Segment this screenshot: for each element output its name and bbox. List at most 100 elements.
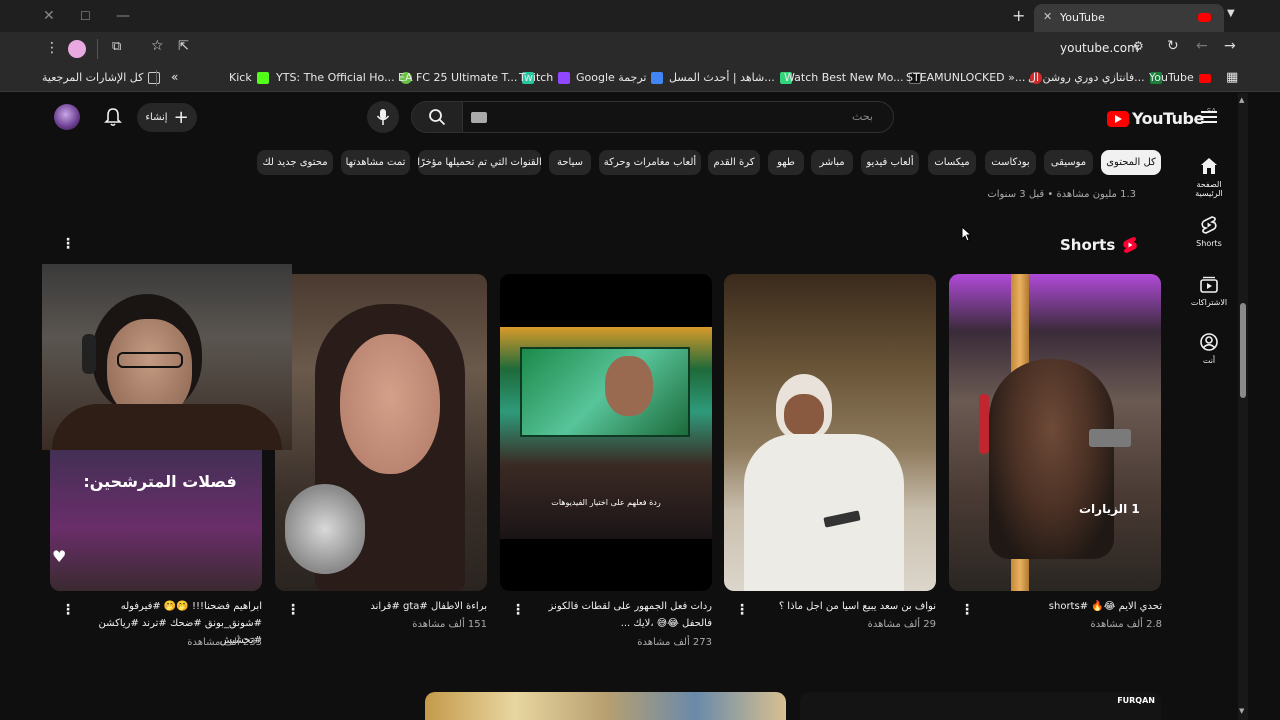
bookmark-movies[interactable]: Watch Best New Mo... <box>784 71 921 84</box>
chip-watched[interactable]: تمت مشاهدتها <box>341 150 410 175</box>
chip-new-to-you[interactable]: محتوى جديد لك <box>257 150 333 175</box>
youtube-page: إنشاء + بحث YouTube SA كل المحتوى موسيقى… <box>0 93 1248 720</box>
short-more-kebab-icon[interactable]: ⋮ <box>286 602 300 618</box>
sidebar-item-home[interactable]: الصفحة الرئيسية <box>1184 156 1234 198</box>
short-title[interactable]: تحدي الايم 😂🔥 #shorts <box>980 598 1162 615</box>
close-icon[interactable]: ✕ <box>43 8 55 24</box>
sidebar-item-shorts[interactable]: Shorts <box>1184 215 1234 248</box>
shelf-more-kebab-icon[interactable]: ⋮ <box>61 236 75 252</box>
bookmarks-bar: كل الإشارات المرجعية « Kick YTS: The Off… <box>0 66 1280 92</box>
bookmark-shahid[interactable]: شاهد | أحدث المسل... <box>669 71 792 84</box>
plus-icon: + <box>173 106 189 128</box>
bookmark-star-icon[interactable]: ☆ <box>151 38 164 54</box>
chip-cooking[interactable]: طهو <box>768 150 804 175</box>
chip-action-adventure[interactable]: ألعاب مغامرات وحركة <box>599 150 701 175</box>
url-text[interactable]: youtube.com <box>1060 41 1139 55</box>
profile-avatar-icon[interactable] <box>68 40 86 58</box>
share-icon[interactable]: ⇱ <box>178 39 189 54</box>
chip-video-games[interactable]: ألعاب فيديو <box>861 150 919 175</box>
sidebar-item-you[interactable]: أنت <box>1184 332 1234 365</box>
microphone-icon <box>285 484 365 574</box>
chip-travel[interactable]: سياحة <box>549 150 591 175</box>
divider <box>97 39 98 59</box>
chip-mixes[interactable]: ميكسات <box>928 150 976 175</box>
sidebar-item-subscriptions[interactable]: الاشتراكات <box>1184 274 1234 307</box>
thumbnail-face <box>340 334 440 474</box>
short-title[interactable]: ردات فعل الجمهور على لقطات فالكونز فالحف… <box>530 598 712 632</box>
thumbnail-face <box>784 394 824 436</box>
voice-search-button[interactable] <box>367 101 399 133</box>
youtube-logo-text: YouTube <box>1132 109 1204 128</box>
bookmark-youtube[interactable]: YouTube <box>1149 71 1211 84</box>
short-card[interactable] <box>724 274 936 591</box>
bookmark-label: Watch Best New Mo... <box>784 71 904 84</box>
avatar[interactable] <box>54 104 80 130</box>
page-scrollbar[interactable]: ▲ ▼ <box>1238 93 1248 720</box>
chip-all[interactable]: كل المحتوى <box>1101 150 1161 175</box>
tab-youtube[interactable]: ✕ YouTube <box>1034 4 1224 32</box>
create-button[interactable]: إنشاء + <box>137 103 197 132</box>
search-input[interactable]: بحث <box>462 101 894 133</box>
folder-icon <box>148 71 161 84</box>
scrollbar-thumb[interactable] <box>1240 303 1246 398</box>
short-more-kebab-icon[interactable]: ⋮ <box>511 602 525 618</box>
youtube-logo[interactable]: YouTube SA <box>1107 107 1216 128</box>
bookmark-kick[interactable]: Kick <box>229 71 269 84</box>
bookmark-steamunlocked[interactable]: STEAMUNLOCKED »... <box>906 71 1043 84</box>
more-bookmarks-chevron-icon[interactable]: « <box>171 70 178 84</box>
twitch-icon <box>558 71 571 84</box>
chip-music[interactable]: موسيقى <box>1044 150 1093 175</box>
keyboard-icon[interactable] <box>471 112 487 123</box>
search-button[interactable] <box>411 101 463 133</box>
new-tab-icon[interactable]: + <box>1012 6 1025 25</box>
extensions-icon[interactable]: ⧉ <box>112 39 121 54</box>
chip-football[interactable]: كرة القدم <box>708 150 760 175</box>
notifications-bell-icon[interactable] <box>104 108 122 127</box>
tab-close-icon[interactable]: ✕ <box>1043 10 1052 23</box>
bookmark-google-translate[interactable]: Google ترجمة <box>576 71 664 84</box>
short-more-kebab-icon[interactable]: ⋮ <box>61 602 75 618</box>
chip-podcasts[interactable]: بودكاست <box>985 150 1036 175</box>
minimize-icon[interactable]: — <box>116 8 130 24</box>
short-more-kebab-icon[interactable]: ⋮ <box>735 602 749 618</box>
video-thumbnail[interactable] <box>425 692 786 720</box>
thumbnail-overlay-text: ردة فعلهم على اختيار الفيديوهات <box>551 498 661 507</box>
short-card[interactable]: 1 الزيارات <box>949 274 1161 591</box>
short-card[interactable]: ردة فعلهم على اختيار الفيديوهات <box>500 274 712 591</box>
short-title[interactable]: براءة الاطفال #gta #قراند <box>305 598 487 615</box>
menu-kebab-icon[interactable]: ⋮ <box>45 40 59 56</box>
bookmark-yts[interactable]: YTS: The Official Ho... <box>276 71 412 84</box>
webcam-overlay <box>42 264 292 450</box>
apps-grid-icon[interactable]: ▦ <box>1226 70 1238 85</box>
bookmark-label: YTS: The Official Ho... <box>276 71 395 84</box>
forward-arrow-icon[interactable]: → <box>1224 38 1236 54</box>
short-card[interactable] <box>275 274 487 591</box>
maximize-icon[interactable]: ☐ <box>80 9 91 23</box>
divider <box>156 70 157 86</box>
shorts-logo-icon <box>1123 237 1138 253</box>
translate-icon <box>651 71 664 84</box>
bookmark-label: YouTube <box>1149 71 1194 84</box>
bookmark-twitch[interactable]: Twitch <box>519 71 571 84</box>
youtube-favicon-icon <box>1198 13 1211 22</box>
scroll-up-icon[interactable]: ▲ <box>1239 96 1244 104</box>
chip-recently-uploaded[interactable]: القنوات التي تم تحميلها مؤخرًا <box>417 150 542 175</box>
address-bar: ⋮ ⧉ ☆ ⇱ youtube.com ⚙ ↻ ← → <box>0 32 1280 66</box>
back-arrow-icon[interactable]: ← <box>1196 38 1208 54</box>
video-thumbnail[interactable]: FURQAN <box>800 692 1161 720</box>
bookmark-fantasy[interactable]: فانتازي دوري روشن ال... <box>1028 71 1162 84</box>
tab-search-chevron-down-icon[interactable]: ▼ <box>1227 8 1235 19</box>
short-more-kebab-icon[interactable]: ⋮ <box>960 602 974 618</box>
webcam-shirt <box>52 404 282 450</box>
chip-live[interactable]: مباشر <box>811 150 853 175</box>
thumbnail-face <box>989 359 1114 559</box>
hamburger-menu-icon[interactable] <box>1201 111 1217 123</box>
short-title[interactable]: نواف بن سعد يبيع اسيا من اجل ماذا ؟ <box>754 598 936 615</box>
bookmark-all[interactable]: كل الإشارات المرجعية <box>42 71 161 84</box>
bookmark-futbin[interactable]: EA FC 25 Ultimate T... <box>398 71 535 84</box>
site-settings-icon[interactable]: ⚙ <box>1133 39 1144 53</box>
reload-icon[interactable]: ↻ <box>1167 38 1179 54</box>
thumbnail-overlay-text: 1 الزيارات <box>1079 502 1140 516</box>
scroll-down-icon[interactable]: ▼ <box>1239 707 1244 715</box>
bookmark-label: شاهد | أحدث المسل... <box>669 71 775 84</box>
